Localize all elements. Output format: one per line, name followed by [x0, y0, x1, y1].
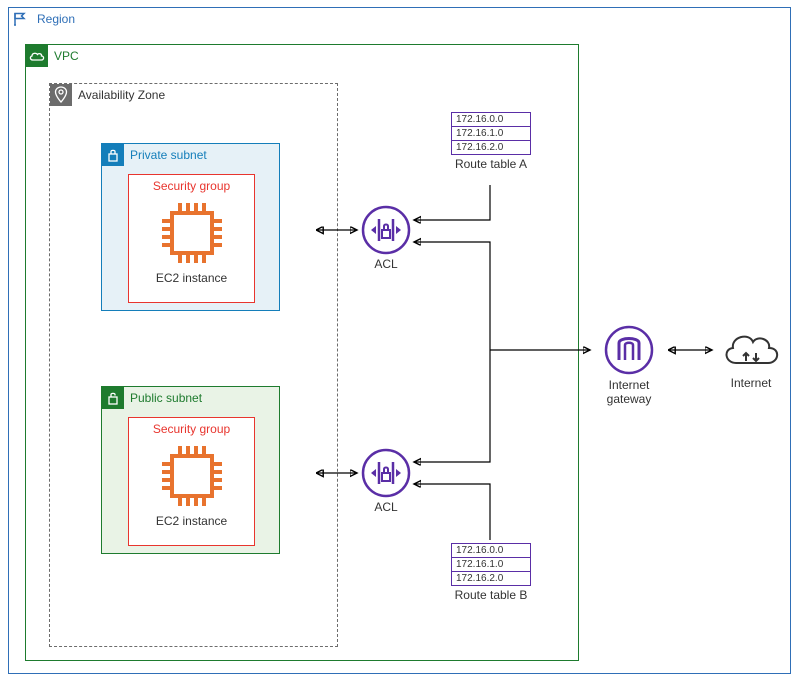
acl-label-1: ACL	[361, 257, 411, 271]
region-flag-icon	[9, 8, 31, 30]
private-subnet-label: Private subnet	[130, 148, 207, 162]
rt-b-row-1: 172.16.1.0	[451, 557, 531, 572]
security-group-label-public: Security group	[129, 422, 254, 436]
public-subnet-lock-icon	[102, 387, 124, 409]
rt-b-row-0: 172.16.0.0	[451, 543, 531, 558]
acl-icon-2: ACL	[361, 448, 411, 514]
private-subnet-lock-icon	[102, 144, 124, 166]
security-group-box-private: Security group EC2 instance	[128, 174, 255, 303]
acl-label-2: ACL	[361, 500, 411, 514]
ec2-instance-label-private: EC2 instance	[129, 271, 254, 285]
rt-a-row-0: 172.16.0.0	[451, 112, 531, 127]
rt-a-row-1: 172.16.1.0	[451, 126, 531, 141]
ec2-instance-label-public: EC2 instance	[129, 514, 254, 528]
rt-b-label: Route table B	[451, 588, 531, 602]
internet-gateway-icon: Internet gateway	[594, 325, 664, 407]
rt-a-label: Route table A	[451, 157, 531, 171]
internet-cloud-icon: Internet	[715, 323, 787, 390]
region-label: Region	[37, 12, 75, 26]
route-table-b: 172.16.0.0 172.16.1.0 172.16.2.0 Route t…	[451, 543, 531, 602]
route-table-a: 172.16.0.0 172.16.1.0 172.16.2.0 Route t…	[451, 112, 531, 171]
vpc-label: VPC	[54, 49, 79, 63]
private-subnet-box: Private subnet Security group EC2 instan…	[101, 143, 280, 311]
ec2-chip-icon-private	[158, 199, 226, 267]
rt-a-row-2: 172.16.2.0	[451, 140, 531, 155]
vpc-cloud-icon	[26, 45, 48, 67]
ec2-chip-icon-public	[158, 442, 226, 510]
acl-icon-1: ACL	[361, 205, 411, 271]
public-subnet-box: Public subnet Security group EC2 instanc…	[101, 386, 280, 554]
internet-gateway-label: Internet gateway	[594, 378, 664, 407]
public-subnet-label: Public subnet	[130, 391, 202, 405]
az-pin-icon	[50, 84, 72, 106]
security-group-label-private: Security group	[129, 179, 254, 193]
az-label: Availability Zone	[78, 88, 165, 102]
internet-label: Internet	[715, 376, 787, 390]
security-group-box-public: Security group EC2 instance	[128, 417, 255, 546]
rt-b-row-2: 172.16.2.0	[451, 571, 531, 586]
